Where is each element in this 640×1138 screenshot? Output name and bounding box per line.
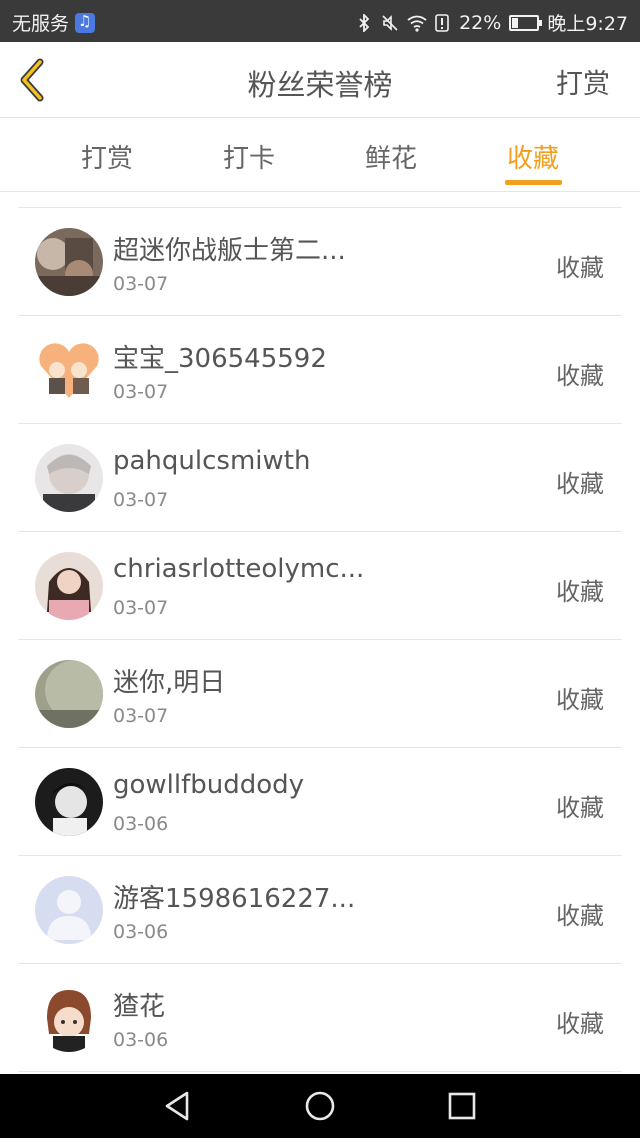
item-type: 收藏 — [556, 1010, 604, 1038]
photo-avatar — [35, 552, 103, 620]
user-name: 迷你,明日 — [113, 668, 226, 698]
user-name: 宝宝_306545592 — [113, 344, 327, 374]
recents-square-icon — [448, 1092, 476, 1120]
item-date: 03-07 — [113, 273, 169, 295]
battery-level-fill — [512, 17, 519, 28]
nav-home-button[interactable] — [302, 1088, 338, 1124]
tab-checkin[interactable]: 打卡 — [189, 138, 309, 175]
item-type: 收藏 — [556, 902, 604, 930]
active-tab-indicator — [505, 180, 562, 185]
list-item[interactable]: 超迷你战舨士第二... 03-07 收藏 — [18, 208, 622, 316]
user-name: 猹花 — [113, 992, 166, 1022]
status-bar: 无服务 22% 晚上9:27 — [0, 0, 640, 42]
tab-reward[interactable]: 打赏 — [47, 138, 167, 175]
cartoon-avatar — [35, 984, 103, 1052]
page-title: 粉丝荣誉榜 — [247, 68, 393, 102]
item-type: 收藏 — [556, 794, 604, 822]
item-type: 收藏 — [556, 362, 604, 390]
back-button[interactable] — [14, 56, 54, 104]
user-name: 超迷你战舨士第二... — [113, 236, 346, 266]
reward-button[interactable]: 打赏 — [556, 62, 610, 101]
nav-recents-button[interactable] — [444, 1088, 480, 1124]
item-date: 03-06 — [113, 1029, 169, 1051]
item-type: 收藏 — [556, 686, 604, 714]
tab-bar: 打赏 打卡 鲜花 收藏 — [0, 118, 640, 192]
item-date: 03-07 — [113, 597, 169, 619]
list-item[interactable]: 游客1598616227... 03-06 收藏 — [18, 856, 622, 964]
system-nav-bar — [0, 1074, 640, 1138]
battery-icon — [509, 14, 543, 31]
item-type: 收藏 — [556, 470, 604, 498]
cartoon-avatar — [35, 336, 103, 404]
music-app-icon — [75, 12, 96, 33]
nav-back-button[interactable] — [160, 1088, 196, 1124]
item-date: 03-07 — [113, 489, 169, 511]
list-item[interactable]: chriasrlotteolymc... 03-07 收藏 — [18, 532, 622, 640]
clock-time: 晚上9:27 — [547, 13, 628, 35]
item-type: 收藏 — [556, 254, 604, 282]
list-item[interactable]: pahqulcsmiwth 03-07 收藏 — [18, 424, 622, 532]
chevron-left-icon — [20, 58, 44, 102]
back-triangle-icon — [165, 1091, 189, 1121]
user-name: pahqulcsmiwth — [113, 446, 311, 476]
carrier-text: 无服务 — [12, 13, 70, 35]
user-name: 游客1598616227... — [113, 884, 356, 914]
list-item[interactable]: 猹花 03-06 收藏 — [18, 964, 622, 1072]
status-right: 22% 晚上9:27 — [355, 9, 628, 36]
user-name: gowllfbuddody — [113, 770, 305, 800]
photo-avatar — [35, 660, 103, 728]
home-circle-icon — [305, 1091, 335, 1121]
battery-percent: 22% — [459, 11, 502, 34]
fan-list: 超迷你战舨士第二... 03-07 收藏 宝宝_306545592 03-07 … — [18, 207, 622, 1072]
list-item[interactable]: gowllfbuddody 03-06 收藏 — [18, 748, 622, 856]
list-item[interactable]: 宝宝_306545592 03-07 收藏 — [18, 316, 622, 424]
tab-flowers[interactable]: 鲜花 — [331, 138, 451, 175]
item-date: 03-06 — [113, 813, 169, 835]
item-date: 03-07 — [113, 381, 169, 403]
mute-icon — [381, 14, 399, 32]
app-bar: 粉丝荣誉榜 打赏 — [0, 42, 640, 118]
tab-favorites[interactable]: 收藏 — [473, 138, 593, 175]
item-date: 03-07 — [113, 705, 169, 727]
alert-icon — [433, 13, 451, 32]
list-item[interactable]: 迷你,明日 03-07 收藏 — [18, 640, 622, 748]
photo-avatar — [35, 228, 103, 296]
photo-avatar — [35, 768, 103, 836]
photo-avatar — [35, 444, 103, 512]
bluetooth-icon — [355, 12, 373, 33]
item-date: 03-06 — [113, 921, 169, 943]
user-name: chriasrlotteolymc... — [113, 554, 365, 584]
item-type: 收藏 — [556, 578, 604, 606]
default-user-avatar — [35, 876, 103, 944]
wifi-icon — [407, 14, 427, 32]
status-left: 无服务 — [12, 9, 96, 36]
